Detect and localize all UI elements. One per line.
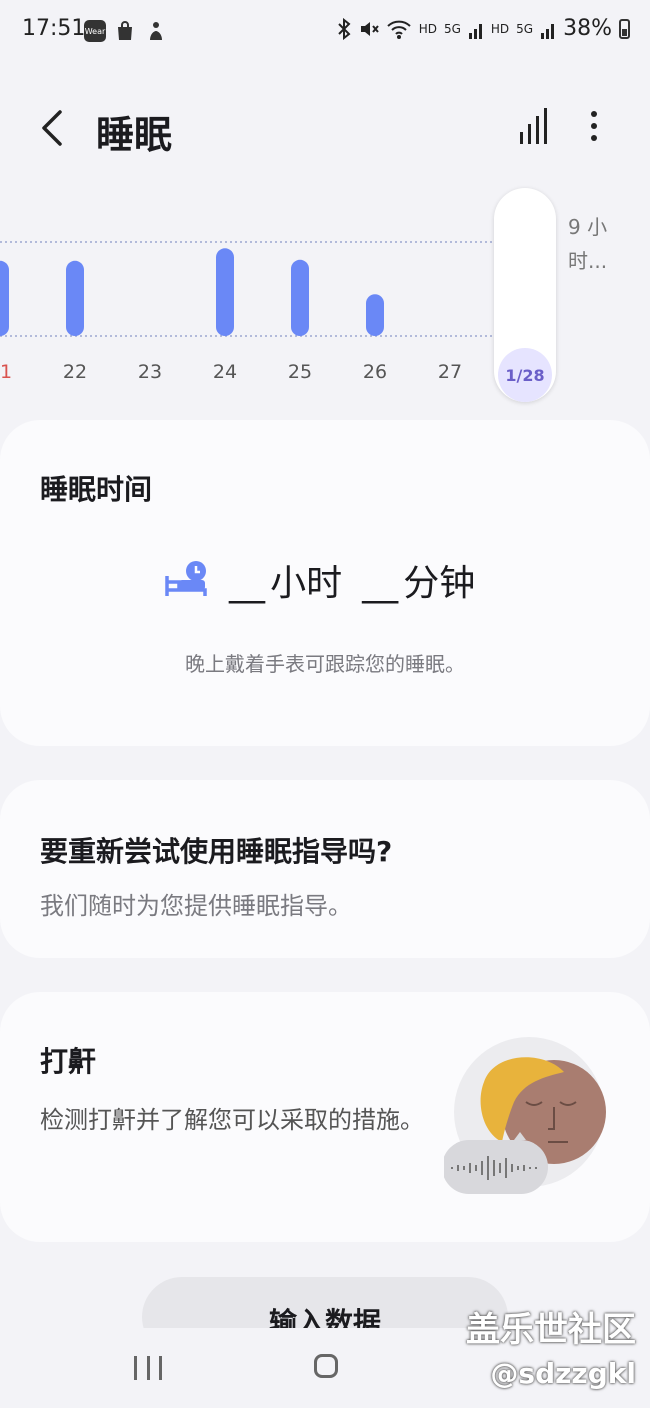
chart-bar[interactable] xyxy=(66,260,84,336)
bluetooth-icon xyxy=(337,17,351,40)
snoring-description: 检测打鼾并了解您可以采取的措施。 xyxy=(40,1106,424,1134)
status-right: HD 5G HD 5G 38% xyxy=(336,16,630,41)
minutes-blank: __ xyxy=(362,563,399,604)
chart-tooltip: 9 小时... xyxy=(568,215,608,273)
watermark: 盖乐世社区 @sdzzgkl xyxy=(466,1302,636,1390)
coaching-subtitle: 我们随时为您提供睡眠指导。 xyxy=(40,892,352,920)
status-time: 17:51 xyxy=(22,16,86,41)
signal-icon xyxy=(541,23,555,39)
more-options-icon[interactable] xyxy=(576,106,612,146)
shopping-bag-icon xyxy=(118,21,132,40)
x-tick-label[interactable]: 22 xyxy=(63,361,87,383)
selected-day-label: 1/28 xyxy=(498,348,552,402)
wifi-icon xyxy=(387,20,411,39)
snoring-illustration xyxy=(444,1037,606,1194)
x-tick-label[interactable]: 24 xyxy=(213,361,237,383)
sleep-hint: 晚上戴着手表可跟踪您的睡眠。 xyxy=(185,652,465,676)
back-arrow-icon[interactable] xyxy=(34,104,74,152)
home-icon[interactable] xyxy=(314,1354,338,1378)
net-label-2: 5G xyxy=(516,21,534,36)
x-tick-label[interactable]: 23 xyxy=(138,361,162,383)
snoring-title: 打鼾 xyxy=(40,1045,97,1078)
status-app-icons: Wear xyxy=(84,20,166,42)
snoring-card[interactable]: 打鼾 检测打鼾并了解您可以采取的措施。 xyxy=(0,992,650,1242)
wear-icon: Wear xyxy=(84,20,106,42)
page-title: 睡眠 xyxy=(96,113,173,157)
x-tick-label[interactable]: 21 xyxy=(0,361,12,383)
chart-bar[interactable] xyxy=(216,248,234,336)
chart-bar[interactable] xyxy=(0,260,9,336)
sleep-time-title: 睡眠时间 xyxy=(40,473,153,506)
hours-unit: 小时 xyxy=(270,563,343,604)
hours-blank: __ xyxy=(229,563,265,604)
x-tick-label[interactable]: 26 xyxy=(363,361,387,383)
sleep-time-value: __ 小时 __ 分钟 xyxy=(165,554,475,606)
person-icon xyxy=(150,22,162,40)
status-bar: 17:51 Wear HD 5G HD 5G 38% xyxy=(0,0,650,62)
watermark-line1: 盖乐世社区 xyxy=(466,1310,636,1350)
app-header: 睡眠 xyxy=(0,92,650,172)
mute-icon xyxy=(360,21,379,36)
minutes-unit: 分钟 xyxy=(403,563,476,604)
coaching-title: 要重新尝试使用睡眠指导吗? xyxy=(40,835,393,868)
x-tick-label[interactable]: 27 xyxy=(438,361,462,383)
x-tick-label[interactable]: 25 xyxy=(288,361,312,383)
hd-label-1: HD xyxy=(418,21,437,36)
recent-apps-icon[interactable] xyxy=(134,1356,162,1380)
signal-icon xyxy=(468,23,482,39)
bed-clock-icon xyxy=(165,561,207,596)
sleep-coaching-card[interactable]: 要重新尝试使用睡眠指导吗? 我们随时为您提供睡眠指导。 xyxy=(0,780,650,958)
watermark-line2: @sdzzgkl xyxy=(490,1357,636,1390)
sleep-chart[interactable]: 21 22 23 24 25 26 27 1/28 9 小时... xyxy=(0,186,650,410)
sleep-time-card[interactable]: 睡眠时间 __ 小时 __ 分钟 晚上戴着手表可跟踪您的睡眠。 xyxy=(0,420,650,746)
chart-trends-icon[interactable] xyxy=(516,106,552,146)
net-label-1: 5G xyxy=(443,21,461,36)
hd-label-2: HD xyxy=(490,21,510,36)
battery-icon xyxy=(619,18,630,39)
chart-bar[interactable] xyxy=(366,294,384,336)
chart-bar[interactable] xyxy=(291,259,309,336)
battery-percent: 38% xyxy=(563,16,612,41)
